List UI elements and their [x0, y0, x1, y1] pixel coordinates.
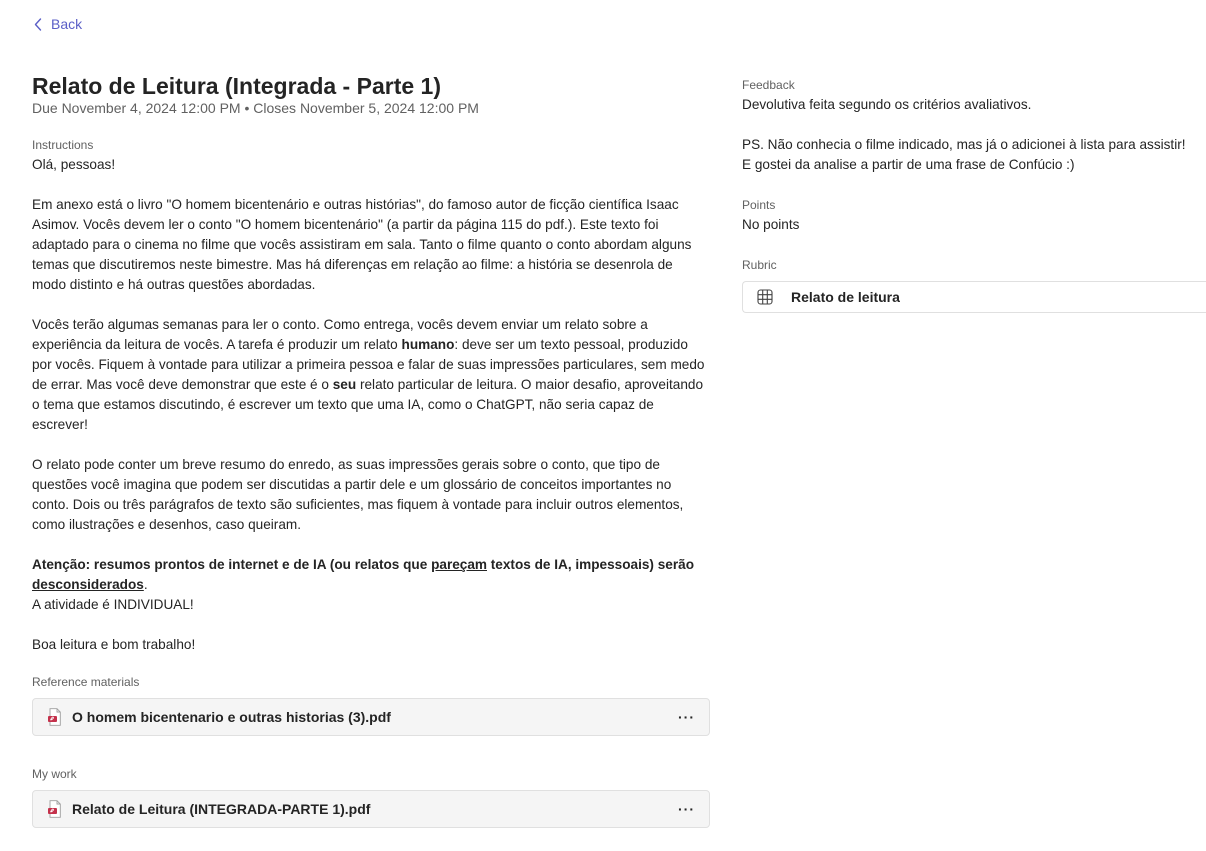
back-label: Back — [51, 16, 83, 32]
my-work-label: My work — [32, 767, 77, 781]
instructions-bold-text: humano — [401, 337, 455, 352]
my-work-file-name: Relato de Leitura (INTEGRADA-PARTE 1).pd… — [72, 801, 371, 817]
instructions-bold-text: seu — [332, 377, 357, 392]
rubric-name: Relato de leitura — [791, 289, 900, 305]
assignment-title: Relato de Leitura (Integrada - Parte 1) — [32, 73, 441, 99]
assignment-details: Relato de Leitura (Integrada - Parte 1) … — [32, 72, 710, 828]
instructions-paragraph-3: O relato pode conter um breve resumo do … — [32, 457, 684, 532]
warning-text: . — [143, 577, 148, 592]
warning-text: textos de IA, impessoais) serão — [487, 557, 695, 572]
warning-underlined-text: desconsiderados — [32, 577, 144, 592]
reference-materials-label: Reference materials — [32, 675, 140, 689]
points-label: Points — [742, 198, 776, 212]
instructions-warning: Atenção: resumos prontos de internet e d… — [32, 555, 710, 595]
feedback-line: PS. Não conhecia o filme indicado, mas j… — [742, 137, 1186, 152]
instructions-body: Olá, pessoas! Em anexo está o livro "O h… — [32, 155, 710, 655]
feedback-line: Devolutiva feita segundo os critérios av… — [742, 97, 1032, 112]
instructions-label: Instructions — [32, 138, 94, 152]
instructions-individual-note: A atividade é INDIVIDUAL! — [32, 597, 194, 612]
table-grid-icon — [757, 289, 791, 305]
rubric-label: Rubric — [742, 258, 777, 272]
instructions-paragraph-1: Em anexo está o livro "O homem bicentená… — [32, 197, 692, 292]
instructions-paragraph-2: Vocês terão algumas semanas para ler o c… — [32, 315, 710, 435]
due-date: Due November 4, 2024 12:00 PM — [32, 100, 241, 116]
date-separator: • — [244, 100, 250, 116]
feedback-label: Feedback — [742, 78, 795, 92]
reference-file-more-options-button[interactable]: ··· — [676, 709, 697, 725]
instructions-greeting: Olá, pessoas! — [32, 157, 116, 172]
reference-file-name: O homem bicentenario e outras historias … — [72, 709, 391, 725]
pdf-file-icon — [47, 800, 72, 818]
back-button[interactable]: Back — [34, 14, 82, 34]
rubric-card[interactable]: Relato de leitura — [742, 281, 1206, 313]
chevron-left-icon — [34, 17, 42, 31]
instructions-closing: Boa leitura e bom trabalho! — [32, 637, 196, 652]
reference-file[interactable]: O homem bicentenario e outras historias … — [32, 698, 710, 736]
due-dates: Due November 4, 2024 12:00 PM • Closes N… — [32, 100, 710, 116]
feedback-text: Devolutiva feita segundo os critérios av… — [742, 95, 1206, 175]
pdf-file-icon — [47, 708, 72, 726]
warning-text: Atenção: resumos prontos de internet e d… — [32, 557, 432, 572]
warning-underlined-text: pareçam — [431, 557, 487, 572]
my-work-file-more-options-button[interactable]: ··· — [676, 801, 697, 817]
my-work-file[interactable]: Relato de Leitura (INTEGRADA-PARTE 1).pd… — [32, 790, 710, 828]
feedback-line: E gostei da analise a partir de uma fras… — [742, 157, 1075, 172]
grading-panel: Feedback Devolutiva feita segundo os cri… — [742, 77, 1206, 313]
close-date: Closes November 5, 2024 12:00 PM — [253, 100, 479, 116]
points-value: No points — [742, 217, 800, 232]
